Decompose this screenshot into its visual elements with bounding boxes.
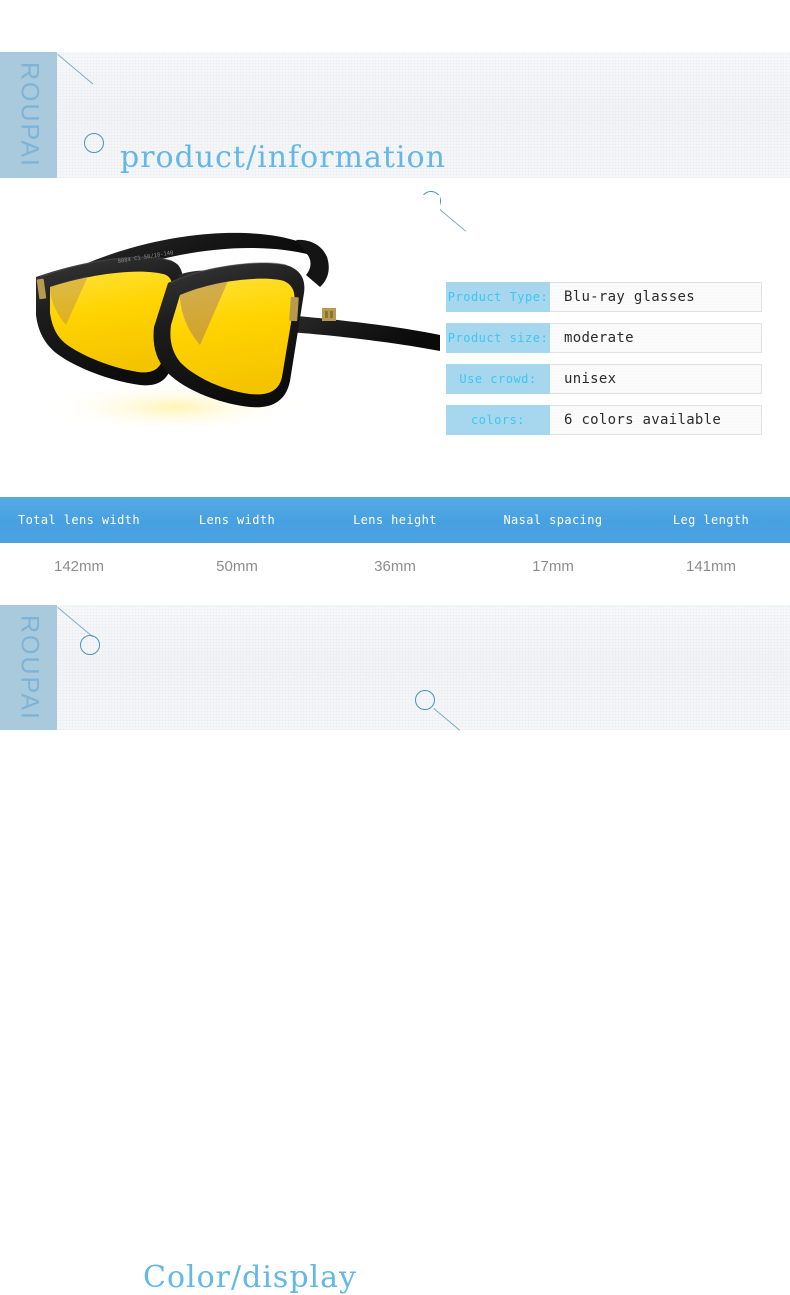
product-information-banner: ROUPAI product/information <box>0 52 790 232</box>
spec-value-product-size: moderate <box>550 323 762 353</box>
dim-value-lens-height: 36mm <box>374 558 416 575</box>
page-title-color-display: Color/display <box>143 1260 357 1295</box>
rivet-plate-near <box>322 308 336 321</box>
spec-row: Product Type: Blu-ray glasses <box>446 282 762 312</box>
deco-circle-upper-left <box>80 635 100 655</box>
page-title-product-information: product/information <box>120 140 446 175</box>
spec-row: Product size: moderate <box>446 323 762 353</box>
glasses-illustration: 8084 C1 50/18-140 <box>36 232 440 433</box>
dim-header-lens-width: Lens width <box>198 513 276 527</box>
spec-row: colors: 6 colors available <box>446 405 762 435</box>
brand-name-label: ROUPAI <box>15 62 43 168</box>
color-display-banner: ROUPAI Color/display <box>0 605 790 1295</box>
dim-value-nasal-spacing: 17mm <box>532 558 574 575</box>
deco-circle-lower-right <box>415 690 435 710</box>
dim-value-leg-length: 141mm <box>685 558 737 575</box>
dim-header-total-lens-width: Total lens width <box>18 513 140 527</box>
rivet-plate-right <box>289 296 299 322</box>
spec-value-colors: 6 colors available <box>550 405 762 435</box>
deco-line-lower-right <box>433 708 461 731</box>
brand-tab-top: ROUPAI <box>0 52 57 178</box>
brand-tab-bottom: ROUPAI <box>0 605 57 730</box>
dimension-table-header-row: Total lens width Lens width Lens height … <box>0 497 790 543</box>
deco-line-upper-left <box>57 607 94 638</box>
temple-arm-near <box>286 315 440 351</box>
dimension-table: Total lens width Lens width Lens height … <box>0 497 790 590</box>
dim-value-total-lens-width: 142mm <box>53 558 105 575</box>
spec-label-use-crowd: Use crowd: <box>446 364 550 394</box>
deco-line-lower-right <box>439 209 467 232</box>
deco-circle-upper-left <box>84 133 104 153</box>
spec-value-use-crowd: unisex <box>550 364 762 394</box>
dim-header-lens-height: Lens height <box>353 513 437 527</box>
spec-row: Use crowd: unisex <box>446 364 762 394</box>
rivet-detail <box>325 311 328 318</box>
spec-label-product-type: Product Type: <box>446 282 550 312</box>
deco-line-upper-left <box>57 54 94 85</box>
dim-value-lens-width: 50mm <box>216 558 258 575</box>
product-photo-glasses: 8084 C1 50/18-140 <box>0 195 440 485</box>
spec-label-product-size: Product size: <box>446 323 550 353</box>
dim-header-nasal-spacing: Nasal spacing <box>503 513 603 527</box>
brand-name-label: ROUPAI <box>15 614 43 721</box>
spec-value-product-type: Blu-ray glasses <box>550 282 762 312</box>
product-spec-table: Product Type: Blu-ray glasses Product si… <box>446 282 762 446</box>
spec-label-colors: colors: <box>446 405 550 435</box>
dimension-table-values-row: 142mm 50mm 36mm 17mm 141mm <box>0 543 790 590</box>
dim-header-leg-length: Leg length <box>672 513 750 527</box>
rivet-detail <box>330 311 333 318</box>
